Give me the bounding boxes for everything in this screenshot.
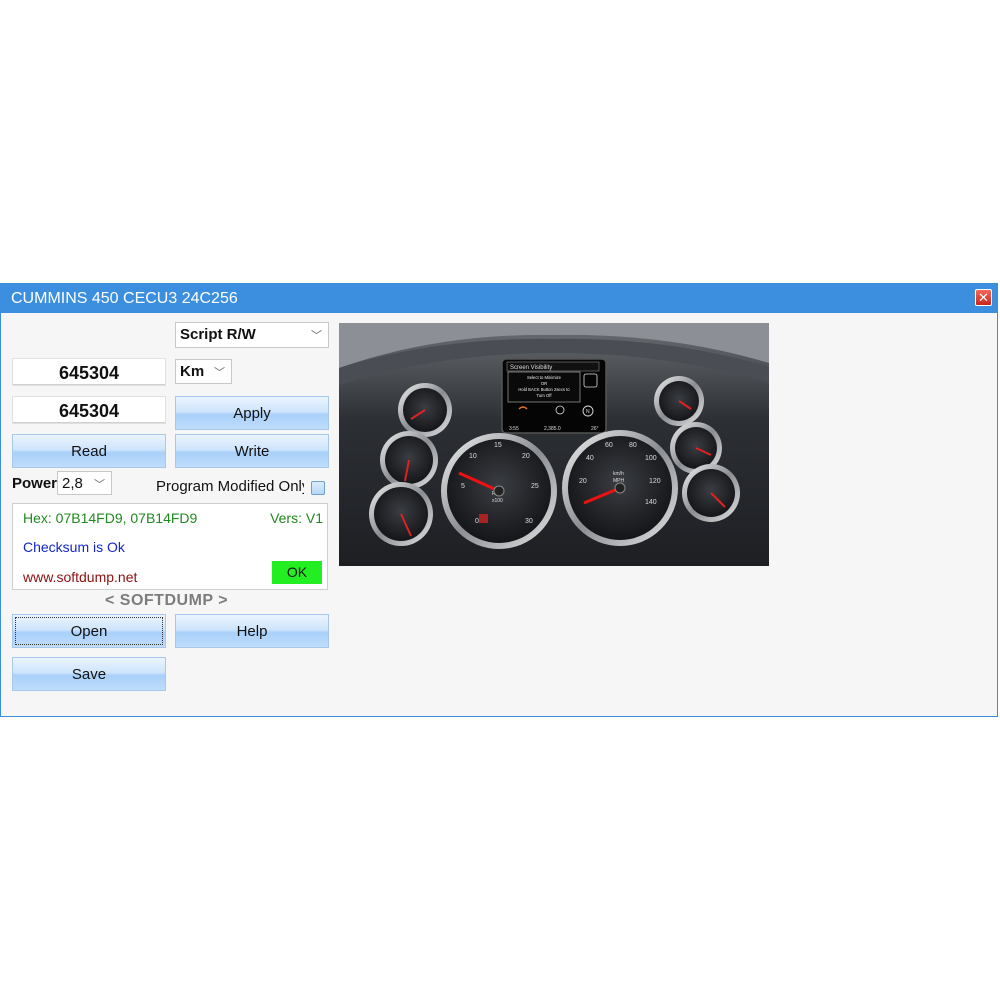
- dashboard-illustration: Screen Visibility Select to Minimize OR …: [339, 323, 769, 566]
- apply-button[interactable]: Apply: [175, 396, 329, 430]
- speed-tick: 120: [649, 478, 661, 485]
- rpm-unit: x100: [492, 498, 503, 504]
- speed-tick: 140: [645, 499, 657, 506]
- rpm-tick: 5: [461, 483, 465, 490]
- program-modified-clip: Program Modified Only: [156, 478, 304, 498]
- brand-label: < SOFTDUMP >: [105, 592, 229, 609]
- script-select[interactable]: Script R/W ﹀: [175, 322, 329, 348]
- save-button[interactable]: Save: [12, 657, 166, 691]
- gauge-left-mid: [380, 431, 438, 489]
- read-button-label: Read: [71, 443, 107, 460]
- version-text: Vers: V1: [270, 510, 323, 526]
- window-title: CUMMINS 450 CECU3 24C256: [11, 290, 238, 307]
- app-window: CUMMINS 450 CECU3 24C256 ✕ Script R/W ﹀ …: [0, 283, 998, 717]
- rpm-tick: 10: [469, 453, 477, 460]
- screen-line-2: OR: [541, 381, 547, 386]
- gauge-left-top: [398, 383, 452, 437]
- rpm-tick: 15: [494, 442, 502, 449]
- website-text: www.softdump.net: [23, 569, 138, 585]
- chevron-down-icon: ﹀: [94, 479, 105, 491]
- checksum-text: Checksum is Ok: [23, 539, 125, 555]
- gauge-right-top: [654, 376, 704, 426]
- screen-line-1: Select to Minimize: [527, 375, 562, 380]
- close-icon: ✕: [978, 290, 989, 305]
- hex-text: Hex: 07B14FD9, 07B14FD9: [23, 510, 198, 526]
- chevron-down-icon: ﹀: [311, 330, 322, 342]
- screen-time: 3:55: [509, 426, 519, 432]
- screen-line-4: Turn Off: [536, 393, 552, 398]
- ok-badge: OK: [272, 561, 322, 584]
- power-select-value: 2,8: [62, 475, 83, 492]
- value-write-field[interactable]: 645304: [12, 396, 166, 424]
- status-panel: Hex: 07B14FD9, 07B14FD9 Vers: V1 Checksu…: [12, 503, 328, 590]
- speed-tick: 60: [605, 442, 613, 449]
- unit-select-value: Km: [180, 363, 205, 380]
- speed-tick: 40: [586, 455, 594, 462]
- value-write-text: 645304: [58, 401, 120, 421]
- value-read-field[interactable]: 645304: [12, 358, 166, 386]
- speed-unit: km/h: [613, 471, 624, 477]
- help-button-label: Help: [236, 623, 268, 640]
- speed-tick: 20: [579, 478, 587, 485]
- close-button[interactable]: ✕: [975, 289, 992, 306]
- power-select[interactable]: 2,8 ﹀: [57, 471, 112, 495]
- tachometer-gauge: 0 5 10 15 20 25 30 RPM x100: [441, 433, 557, 549]
- open-button-label: Open: [70, 623, 108, 640]
- rpm-tick: 20: [522, 453, 530, 460]
- dashboard-photo: Screen Visibility Select to Minimize OR …: [339, 323, 769, 566]
- save-button-label: Save: [71, 666, 107, 683]
- write-button[interactable]: Write: [175, 434, 329, 468]
- apply-button-label: Apply: [233, 405, 271, 422]
- help-button[interactable]: Help: [175, 614, 329, 648]
- screen-line-3: Hold BACK Button 2secs to: [518, 387, 570, 392]
- open-button[interactable]: Open: [12, 614, 166, 648]
- program-modified-label: Program Modified Only: [156, 478, 304, 495]
- title-bar: CUMMINS 450 CECU3 24C256 ✕: [1, 284, 997, 313]
- write-button-label: Write: [234, 443, 270, 460]
- screen-temp: 26°: [591, 426, 599, 432]
- script-select-value: Script R/W: [180, 326, 256, 343]
- gauge-left-bottom: [369, 482, 433, 546]
- svg-text:N: N: [586, 409, 590, 415]
- screen-title: Screen Visibility: [510, 365, 552, 371]
- speed-tick: 100: [645, 455, 657, 462]
- read-button[interactable]: Read: [12, 434, 166, 468]
- power-label: Power: [12, 475, 58, 492]
- rpm-tick: 25: [531, 483, 539, 490]
- value-read-text: 645304: [58, 363, 120, 383]
- chevron-down-icon: ﹀: [214, 367, 225, 379]
- rpm-tick: 0: [475, 518, 479, 525]
- unit-select[interactable]: Km ﹀: [175, 359, 232, 384]
- speed-tick: 80: [629, 442, 637, 449]
- rpm-tick: 30: [525, 518, 533, 525]
- speedometer-gauge: 20 40 60 80 100 120 140 km/h MPH: [562, 430, 678, 546]
- gauge-right-bottom: [682, 464, 740, 522]
- screen-odometer: 2,385.0: [544, 426, 561, 432]
- program-modified-checkbox[interactable]: [311, 481, 325, 495]
